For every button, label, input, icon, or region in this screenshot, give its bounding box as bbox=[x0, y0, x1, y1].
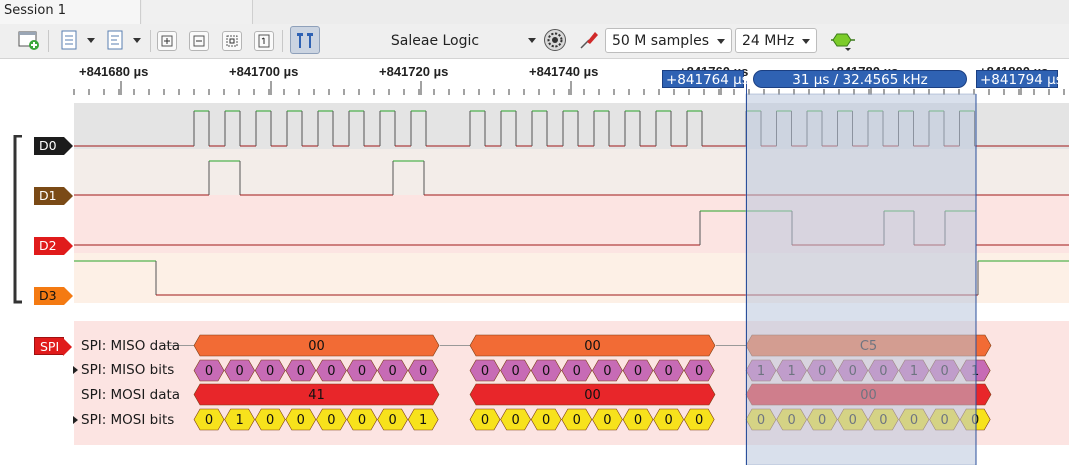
miso-bit-text: 0 bbox=[573, 364, 581, 379]
channel-label-column: D0 D1 D2 D3 SPI bbox=[0, 100, 74, 450]
miso-bit[interactable]: 0 bbox=[407, 359, 439, 382]
miso-bit-text: 0 bbox=[358, 364, 366, 379]
mosi-data-frame-text: 00 bbox=[584, 388, 601, 403]
row-mosi-bits-label: SPI: MOSI bits bbox=[81, 412, 175, 428]
mosi-bit[interactable]: 0 bbox=[193, 408, 225, 431]
mosi-bit[interactable]: 0 bbox=[469, 408, 501, 431]
miso-bit-text: 0 bbox=[634, 364, 642, 379]
miso-bit-text: 0 bbox=[297, 364, 305, 379]
mosi-bit-text: 0 bbox=[481, 413, 489, 428]
cursor-right-pill[interactable]: +841794 µs bbox=[976, 70, 1063, 88]
cursor-measurement-text: 31 µs / 32.4565 kHz bbox=[792, 72, 928, 88]
miso-bit[interactable]: 0 bbox=[530, 359, 562, 382]
miso-data-frame[interactable]: 00 bbox=[193, 334, 440, 357]
miso-bit-text: 0 bbox=[481, 364, 489, 379]
channel-d0-label[interactable]: D0 bbox=[34, 137, 73, 155]
miso-bit-text: 0 bbox=[664, 364, 672, 379]
mosi-data-frame[interactable]: 41 bbox=[193, 383, 440, 406]
mosi-bit[interactable]: 0 bbox=[683, 408, 715, 431]
miso-bit-text: 0 bbox=[511, 364, 519, 379]
mosi-bit-text: 0 bbox=[542, 413, 550, 428]
mosi-bit[interactable]: 0 bbox=[500, 408, 531, 431]
cursor-left-time: +841764 µs bbox=[666, 72, 749, 88]
mosi-data-frame[interactable]: 00 bbox=[469, 383, 716, 406]
miso-bit-text: 0 bbox=[266, 364, 274, 379]
miso-bit-text: 0 bbox=[419, 364, 427, 379]
mosi-bit-text: 0 bbox=[297, 413, 305, 428]
channel-d2-label[interactable]: D2 bbox=[34, 237, 73, 255]
mosi-bit-text: 0 bbox=[358, 413, 366, 428]
mosi-data-frame-text: 41 bbox=[308, 388, 325, 403]
miso-bit[interactable]: 0 bbox=[469, 359, 501, 382]
mosi-bit-text: 1 bbox=[419, 413, 427, 428]
channel-d1-label[interactable]: D1 bbox=[34, 187, 73, 205]
miso-bit-text: 0 bbox=[695, 364, 703, 379]
mosi-bit[interactable]: 0 bbox=[285, 408, 317, 431]
measurement-selection[interactable] bbox=[745, 93, 977, 465]
mosi-bit-text: 0 bbox=[327, 413, 335, 428]
miso-bit[interactable]: 0 bbox=[592, 359, 623, 382]
mosi-bit-text: 1 bbox=[235, 413, 243, 428]
mosi-bit[interactable]: 0 bbox=[530, 408, 562, 431]
miso-data-frame-text: 00 bbox=[308, 339, 325, 354]
miso-bit[interactable]: 0 bbox=[500, 359, 531, 382]
mosi-bit[interactable]: 0 bbox=[592, 408, 623, 431]
miso-bit-text: 0 bbox=[205, 364, 213, 379]
analyzer-spi-label[interactable]: SPI bbox=[34, 337, 72, 356]
mosi-bit[interactable]: 0 bbox=[653, 408, 684, 431]
miso-bit[interactable]: 0 bbox=[346, 359, 378, 382]
cursor-left-pill[interactable]: +841764 µs bbox=[662, 70, 749, 88]
miso-bit[interactable]: 0 bbox=[254, 359, 286, 382]
miso-bit-text: 0 bbox=[603, 364, 611, 379]
mosi-bit[interactable]: 0 bbox=[346, 408, 378, 431]
miso-bit-text: 0 bbox=[388, 364, 396, 379]
miso-bit-text: 0 bbox=[235, 364, 243, 379]
cursor-measurement-pill[interactable]: 31 µs / 32.4565 kHz bbox=[753, 70, 967, 88]
mosi-bit-text: 0 bbox=[634, 413, 642, 428]
mosi-bit[interactable]: 1 bbox=[224, 408, 255, 431]
mosi-bit[interactable]: 0 bbox=[316, 408, 347, 431]
mosi-bit-text: 0 bbox=[695, 413, 703, 428]
miso-bit[interactable]: 0 bbox=[622, 359, 654, 382]
cursor-left-line[interactable] bbox=[746, 80, 747, 465]
mosi-bit[interactable]: 0 bbox=[377, 408, 408, 431]
miso-bit-text: 0 bbox=[542, 364, 550, 379]
miso-bit[interactable]: 0 bbox=[683, 359, 715, 382]
miso-data-frame[interactable]: 00 bbox=[469, 334, 716, 357]
channel-d3-label[interactable]: D3 bbox=[34, 287, 73, 305]
mosi-bit-text: 0 bbox=[205, 413, 213, 428]
expand-arrow-icon[interactable] bbox=[73, 366, 78, 374]
miso-bit[interactable]: 0 bbox=[224, 359, 255, 382]
mosi-bit-text: 0 bbox=[603, 413, 611, 428]
row-miso-data-label: SPI: MISO data bbox=[81, 338, 181, 354]
mosi-bit[interactable]: 0 bbox=[622, 408, 654, 431]
miso-bit[interactable]: 0 bbox=[316, 359, 347, 382]
mosi-bit-text: 0 bbox=[511, 413, 519, 428]
mosi-bit-text: 0 bbox=[266, 413, 274, 428]
miso-data-frame-text: 00 bbox=[584, 339, 601, 354]
mosi-bit-text: 0 bbox=[388, 413, 396, 428]
channel-group-bracket bbox=[13, 135, 22, 304]
cursor-right-time: +841794 µs bbox=[980, 72, 1063, 88]
mosi-bit[interactable]: 1 bbox=[407, 408, 439, 431]
mosi-bit[interactable]: 0 bbox=[254, 408, 286, 431]
miso-bit[interactable]: 0 bbox=[193, 359, 225, 382]
mosi-bit-text: 0 bbox=[664, 413, 672, 428]
row-miso-bits-label: SPI: MISO bits bbox=[81, 362, 175, 378]
miso-bit[interactable]: 0 bbox=[377, 359, 408, 382]
miso-bit-text: 0 bbox=[327, 364, 335, 379]
miso-bit[interactable]: 0 bbox=[653, 359, 684, 382]
miso-bit[interactable]: 0 bbox=[285, 359, 317, 382]
expand-arrow-icon[interactable] bbox=[73, 416, 78, 424]
miso-bit[interactable]: 0 bbox=[561, 359, 593, 382]
mosi-bit-text: 0 bbox=[573, 413, 581, 428]
mosi-bit[interactable]: 0 bbox=[561, 408, 593, 431]
row-mosi-data-label: SPI: MOSI data bbox=[81, 387, 181, 403]
